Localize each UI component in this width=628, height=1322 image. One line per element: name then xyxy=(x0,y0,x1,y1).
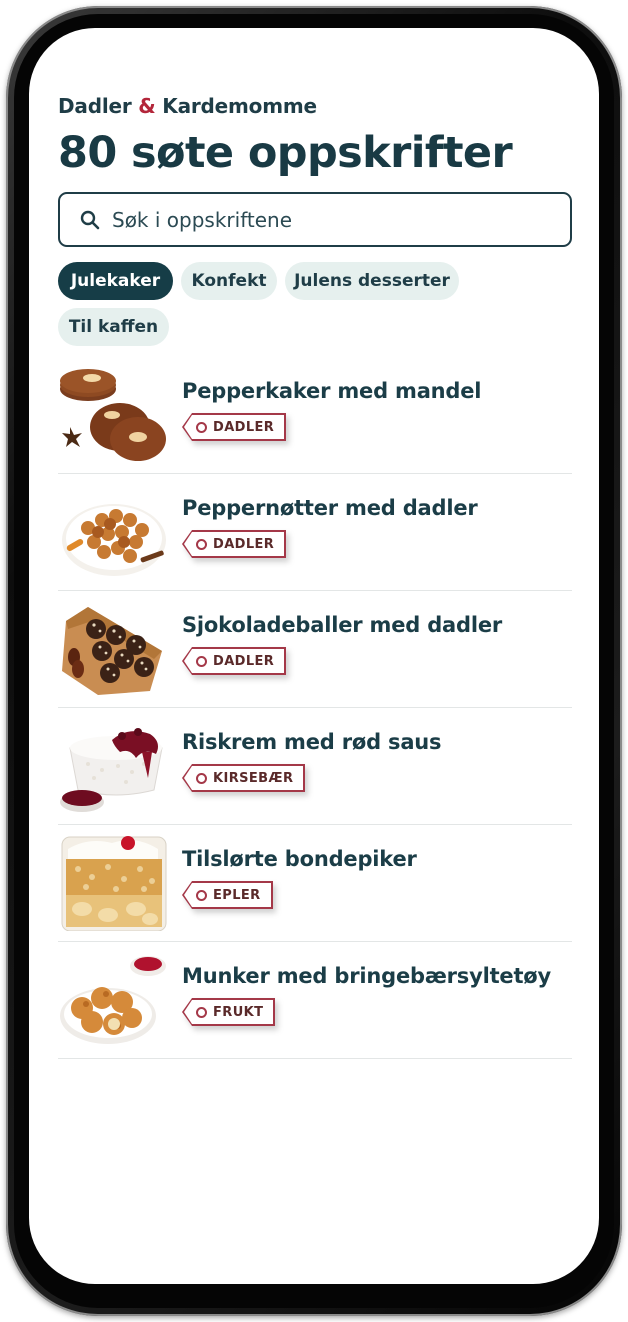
recipe-title: Riskrem med rød saus xyxy=(182,730,442,754)
recipe-row[interactable]: Munker med bringebærsyltetøy FRUKT xyxy=(58,942,572,1059)
tag-body: EPLER xyxy=(192,881,273,909)
recipe-row[interactable]: Tilslørte bondepiker EPLER xyxy=(58,825,572,942)
recipe-title: Tilslørte bondepiker xyxy=(182,847,417,871)
brand-ampersand: & xyxy=(138,94,156,118)
brand-logo[interactable]: Dadler & Kardemomme xyxy=(58,94,317,118)
search-input[interactable]: Søk i oppskriftene xyxy=(58,192,572,247)
filter-chip-til-kaffen[interactable]: Til kaffen xyxy=(58,308,169,346)
munker-image xyxy=(60,956,166,1044)
tag-label: EPLER xyxy=(213,887,261,903)
recipe-title: Pepperkaker med mandel xyxy=(182,379,482,403)
tag-label: DADLER xyxy=(213,653,275,669)
ingredient-tag: DADLER xyxy=(182,413,287,441)
apple-trifle-image xyxy=(61,836,167,931)
tag-hole-icon xyxy=(196,889,207,901)
search-icon xyxy=(80,210,100,229)
ingredient-tag: KIRSEBÆR xyxy=(182,764,306,792)
recipe-row[interactable]: Sjokoladeballer med dadler DADLER xyxy=(58,591,572,708)
tag-hole-icon xyxy=(196,1006,207,1018)
tag-point xyxy=(182,998,192,1026)
filter-chip-konfekt[interactable]: Konfekt xyxy=(181,262,277,300)
tag-label: KIRSEBÆR xyxy=(213,770,294,786)
recipe-title: Munker med bringebærsyltetøy xyxy=(182,964,552,988)
recipe-row[interactable]: Peppernøtter med dadler DADLER xyxy=(58,474,572,591)
recipe-row[interactable]: Pepperkaker med mandel DADLER xyxy=(58,357,572,474)
tag-hole-icon xyxy=(196,655,207,667)
ingredient-tag: DADLER xyxy=(182,530,287,558)
tag-body: DADLER xyxy=(192,647,287,675)
recipe-list: Pepperkaker med mandel DADLER Peppernøtt… xyxy=(58,357,572,1059)
page-title: 80 søte oppskrifter xyxy=(58,128,513,178)
tag-label: DADLER xyxy=(213,536,275,552)
filter-chip-julens-desserter[interactable]: Julens desserter xyxy=(285,262,459,300)
tag-point xyxy=(182,881,192,909)
tag-point xyxy=(182,530,192,558)
tag-body: DADLER xyxy=(192,413,287,441)
filter-chip-julekaker[interactable]: Julekaker xyxy=(58,262,173,300)
tag-point xyxy=(182,647,192,675)
brand-name-part2: Kardemomme xyxy=(162,94,317,118)
tag-label: DADLER xyxy=(213,419,275,435)
recipe-title: Sjokoladeballer med dadler xyxy=(182,613,503,637)
recipe-title: Peppernøtter med dadler xyxy=(182,496,478,520)
tag-body: DADLER xyxy=(192,530,287,558)
ingredient-tag: FRUKT xyxy=(182,998,276,1026)
tag-body: KIRSEBÆR xyxy=(192,764,306,792)
ingredient-tag: EPLER xyxy=(182,881,273,909)
gingerbread-cookies-image xyxy=(60,369,166,461)
brand-name-part1: Dadler xyxy=(58,94,132,118)
chocolate-balls-image xyxy=(62,607,162,695)
tag-point xyxy=(182,413,192,441)
tag-body: FRUKT xyxy=(192,998,276,1026)
pepper-nuts-image xyxy=(62,504,166,576)
ingredient-tag: DADLER xyxy=(182,647,287,675)
rice-cream-image xyxy=(60,728,163,812)
recipe-row[interactable]: Riskrem med rød saus KIRSEBÆR xyxy=(58,708,572,825)
tag-hole-icon xyxy=(196,538,207,550)
tag-hole-icon xyxy=(196,772,207,784)
tag-hole-icon xyxy=(196,421,207,433)
tag-label: FRUKT xyxy=(213,1004,264,1020)
search-placeholder: Søk i oppskriftene xyxy=(112,207,293,232)
app-screen: Dadler & Kardemomme 80 søte oppskrifter … xyxy=(29,28,599,1284)
tag-point xyxy=(182,764,192,792)
